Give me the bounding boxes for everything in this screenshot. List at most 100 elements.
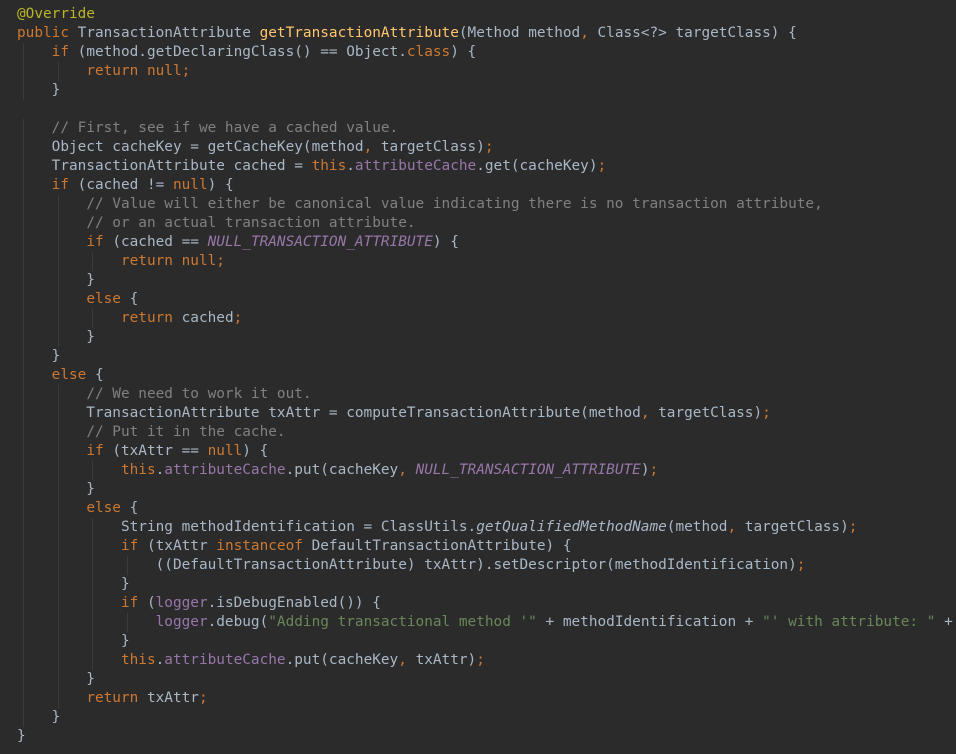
indent-guide [92, 518, 94, 537]
code-line[interactable]: return cached; [17, 309, 956, 328]
code-line[interactable]: @Override [17, 5, 956, 24]
indent-guide [23, 461, 25, 480]
code-line[interactable]: else { [17, 366, 956, 385]
code-line[interactable]: } [17, 271, 956, 290]
code-line[interactable]: ((DefaultTransactionAttribute) txAttr).s… [17, 556, 956, 575]
indent-guide [23, 328, 25, 347]
code-line[interactable]: // Put it in the cache. [17, 423, 956, 442]
code-line[interactable]: else { [17, 290, 956, 309]
indent-guide [57, 385, 59, 404]
keyword-token: this [120, 462, 156, 478]
code-line[interactable]: else { [17, 499, 956, 518]
indent-guide [92, 632, 94, 651]
code-token: } [17, 272, 95, 288]
indent-guide [92, 613, 94, 632]
field-token: logger [155, 595, 208, 611]
code-line[interactable]: // or an actual transaction attribute. [17, 214, 956, 233]
code-line[interactable]: return null; [17, 62, 956, 81]
code-line[interactable]: this.attributeCache.put(cacheKey, NULL_T… [17, 461, 956, 480]
indent-guide [23, 138, 25, 157]
indent-guide [23, 347, 25, 366]
indent-guide [57, 613, 59, 632]
field-token: attributeCache [164, 462, 286, 478]
indent-guide [23, 613, 25, 632]
indent-guide [23, 119, 25, 138]
keyword-token: else [51, 367, 95, 383]
code-line[interactable]: // First, see if we have a cached value. [17, 119, 956, 138]
code-line[interactable]: } [17, 328, 956, 347]
keyword-token: return [86, 690, 147, 706]
code-line[interactable]: return txAttr; [17, 689, 956, 708]
code-line[interactable]: return null; [17, 252, 956, 271]
code-token: cached [181, 310, 234, 326]
code-line[interactable]: if (cached != null) { [17, 176, 956, 195]
indent-guide [23, 271, 25, 290]
code-line[interactable]: // We need to work it out. [17, 385, 956, 404]
indent-guide [23, 442, 25, 461]
code-token: } [17, 481, 95, 497]
keyword-token: if [86, 234, 113, 250]
code-line[interactable]: if (txAttr == null) { [17, 442, 956, 461]
indent-guide [23, 651, 25, 670]
code-token: DefaultTransactionAttribute) { [311, 538, 572, 554]
code-line[interactable]: } [17, 727, 956, 746]
code-line[interactable]: if (logger.isDebugEnabled()) { [17, 594, 956, 613]
code-line[interactable]: } [17, 670, 956, 689]
code-token: . [346, 158, 355, 174]
keyword-token: if [86, 443, 113, 459]
code-token: { [129, 291, 139, 307]
code-line[interactable]: public TransactionAttribute getTransacti… [17, 24, 956, 43]
code-line[interactable]: // Value will either be canonical value … [17, 195, 956, 214]
keyword-token: this [311, 158, 347, 174]
code-line[interactable]: Object cacheKey = getCacheKey(method, ta… [17, 138, 956, 157]
keyword-token: public [17, 25, 78, 41]
code-line[interactable]: if (method.getDeclaringClass() == Object… [17, 43, 956, 62]
code-line[interactable] [17, 100, 956, 119]
code-line[interactable]: if (txAttr instanceof DefaultTransaction… [17, 537, 956, 556]
indent-guide [23, 385, 25, 404]
code-token: (txAttr [146, 538, 217, 554]
code-line[interactable]: String methodIdentification = ClassUtils… [17, 518, 956, 537]
indent-guide [23, 176, 25, 195]
code-line[interactable]: } [17, 632, 956, 651]
code-line[interactable]: if (cached == NULL_TRANSACTION_ATTRIBUTE… [17, 233, 956, 252]
indent-guide [92, 537, 94, 556]
code-line[interactable]: } [17, 708, 956, 727]
keyword-token: instanceof [216, 538, 312, 554]
code-line[interactable]: this.attributeCache.put(cacheKey, txAttr… [17, 651, 956, 670]
code-area[interactable]: @Override public TransactionAttribute get… [17, 5, 956, 746]
indent-guide [23, 62, 25, 81]
field-token: attributeCache [164, 652, 286, 668]
indent-guide [57, 689, 59, 708]
code-line[interactable]: } [17, 347, 956, 366]
code-editor[interactable]: @Override public TransactionAttribute get… [0, 0, 956, 754]
code-token: ) [640, 462, 650, 478]
code-line[interactable]: logger.debug("Adding transactional metho… [17, 613, 956, 632]
indent-guide [23, 404, 25, 423]
code-token: + methodIdentification + [536, 614, 763, 630]
indent-guide [57, 632, 59, 651]
code-line[interactable]: } [17, 81, 956, 100]
indent-guide [57, 423, 59, 442]
code-line[interactable]: TransactionAttribute cached = this.attri… [17, 157, 956, 176]
code-line[interactable]: TransactionAttribute txAttr = computeTra… [17, 404, 956, 423]
code-token: txAttr [146, 690, 199, 706]
code-token: } [17, 576, 130, 592]
code-line[interactable]: } [17, 480, 956, 499]
keyword-token: return null [120, 253, 217, 269]
indent-guide [23, 43, 25, 62]
code-line[interactable]: } [17, 575, 956, 594]
indent-guide [23, 214, 25, 233]
keyword-token: if [120, 538, 147, 554]
code-token: (method.getDeclaringClass() == Object. [77, 44, 407, 60]
code-token: } [17, 728, 26, 744]
indent-guide [23, 556, 25, 575]
